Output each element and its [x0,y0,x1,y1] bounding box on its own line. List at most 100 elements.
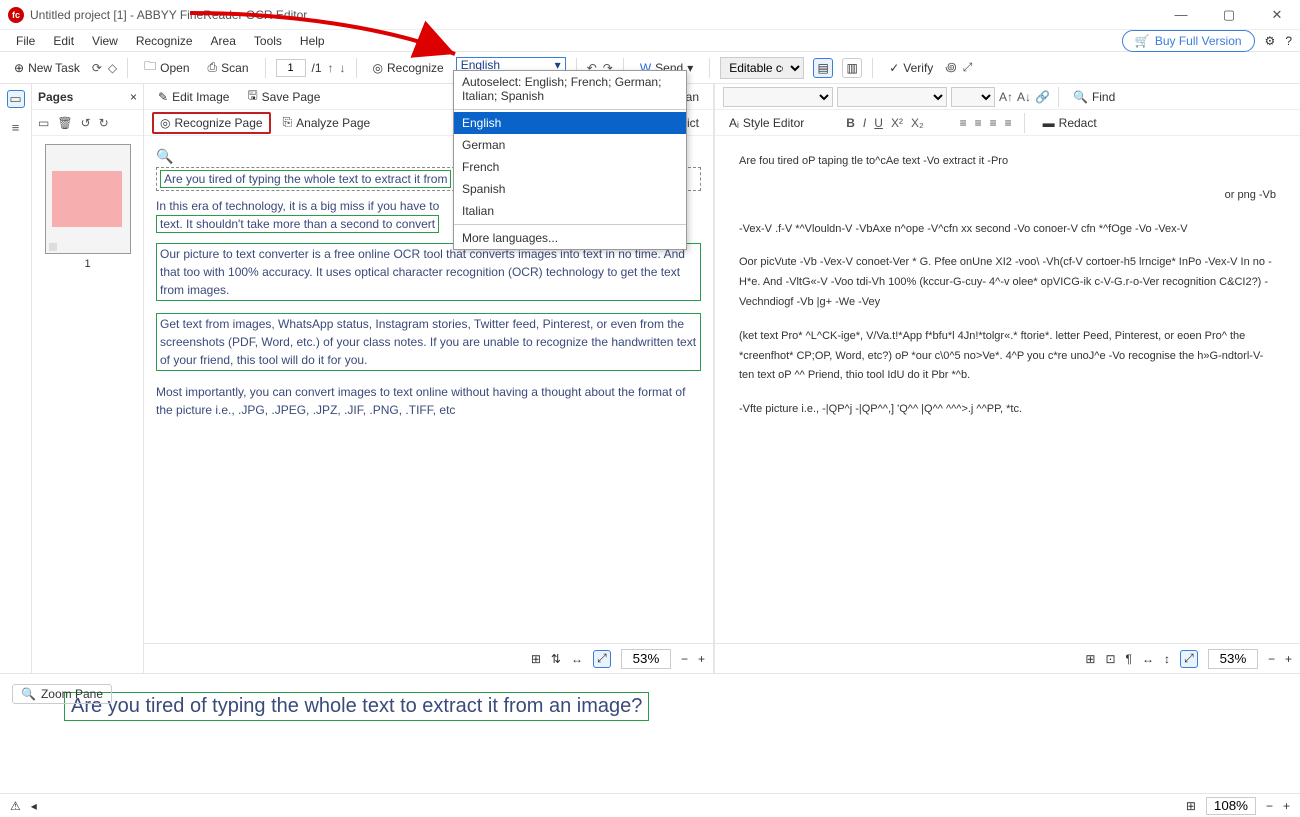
language-option[interactable]: German [454,134,686,156]
font-size-select[interactable] [951,87,995,107]
open-button[interactable]: 🗀Open [138,54,195,81]
page-down-icon[interactable]: ↓ [340,61,346,75]
magnifier-icon[interactable]: 🔍 [156,148,173,164]
text-zoom-select[interactable] [1208,649,1258,669]
font-style-select[interactable] [837,87,947,107]
menu-view[interactable]: View [84,32,126,50]
maximize-button[interactable]: ▢ [1214,7,1244,23]
language-dropdown[interactable]: Autoselect: English; French; German; Ita… [453,70,687,250]
fit-icon[interactable]: ⤢ [593,650,611,668]
underline-button[interactable]: U [874,116,883,130]
new-task-button[interactable]: ⊕New Task [8,58,86,78]
italic-button[interactable]: I [863,116,866,130]
edit-image-button[interactable]: ✎Edit Image [152,88,235,106]
page-number-input[interactable] [276,59,306,77]
tool-icon-b[interactable]: ⤢ [963,60,973,75]
ocr-block: Most importantly, you can convert images… [156,385,689,417]
ocr-line: Are you tired of typing the whole text t… [160,170,451,188]
help-icon[interactable]: ? [1285,34,1292,48]
align-left-button[interactable]: ≡ [960,116,967,130]
sync-icon[interactable]: ⟳ [92,61,102,75]
status-zoom-select[interactable] [1206,797,1256,815]
zoom-pane-tag[interactable]: 🔍 Zoom Pane [12,684,112,704]
fit-icon[interactable]: ⤢ [1180,650,1198,668]
link-icon[interactable]: 🔗 [1035,90,1050,104]
layout-mode-a-button[interactable]: ▤ [813,58,833,78]
zoom-out-icon[interactable]: − [1268,652,1275,666]
settings-icon[interactable]: ⚙ [1265,34,1276,48]
find-button[interactable]: 🔍Find [1067,88,1121,106]
zoom-in-icon[interactable]: + [1283,799,1290,813]
text-para: Oor picVute -Vb -Vex-V conoet-Ver * G. P… [739,253,1276,312]
zoom-pane-text: Are you tired of typing the whole text t… [64,692,649,721]
buy-full-version-button[interactable]: 🛒 Buy Full Version [1122,30,1255,52]
split-icon[interactable]: ⇅ [551,652,561,666]
tool-icon-a[interactable]: ꩜ [945,59,956,76]
image-zoom-select[interactable] [621,649,671,669]
bold-button[interactable]: B [846,116,855,130]
scroll-left-icon[interactable]: ◂ [31,799,37,813]
recognize-page-button[interactable]: ◎Recognize Page [152,112,271,134]
menu-help[interactable]: Help [292,32,333,50]
scan-button[interactable]: ⎙Scan [202,57,255,78]
layout-mode-b-button[interactable]: ▥ [842,58,862,78]
align-justify-button[interactable]: ≡ [1005,116,1012,130]
editable-copy-select[interactable]: Editable copy [720,57,804,79]
height-icon[interactable]: ↕ [1164,652,1170,666]
decrease-font-icon[interactable]: A↓ [1017,90,1031,104]
language-option[interactable]: French [454,156,686,178]
superscript-button[interactable]: X² [891,116,903,130]
style-editor-button[interactable]: AᵢStyle Editor [723,114,810,132]
menu-tools[interactable]: Tools [246,32,290,50]
warning-icon[interactable]: ⚠ [10,799,21,813]
increase-font-icon[interactable]: A↑ [999,90,1013,104]
text-para: or png -Vb [739,186,1276,206]
zoom-pane-canvas[interactable]: Are you tired of typing the whole text t… [0,674,1300,793]
recognized-text-body[interactable]: Are fou tired oP taping tle to^cAe text … [715,136,1300,643]
add-page-icon[interactable]: ▭ [38,116,49,130]
grid-icon[interactable]: ⊞ [1186,799,1196,813]
text-para: -Vfte picture i.e., -|QP^j -|QP^^,] 'Q^^… [739,400,1276,420]
stack-icon[interactable]: ◇ [108,61,117,75]
width-icon[interactable]: ↔ [571,652,583,666]
thumbs-icon[interactable]: ⊞ [531,652,541,666]
align-right-button[interactable]: ≡ [990,116,997,130]
language-option[interactable]: English [454,112,686,134]
language-option[interactable]: Italian [454,200,686,222]
page-view-icon[interactable]: ▭ [7,90,25,108]
close-panel-icon[interactable]: × [130,90,137,104]
align-center-button[interactable]: ≡ [975,116,982,130]
menu-file[interactable]: File [8,32,43,50]
language-autoselect[interactable]: Autoselect: English; French; German; Ita… [454,71,686,107]
language-option[interactable]: Spanish [454,178,686,200]
page-up-icon[interactable]: ↑ [328,61,334,75]
subscript-button[interactable]: X₂ [911,116,924,130]
pilcrow-icon[interactable]: ¶ [1126,652,1132,666]
split-icon[interactable]: ⊡ [1105,652,1115,666]
rotate-right-icon[interactable]: ↻ [99,116,109,130]
zoom-in-icon[interactable]: + [698,652,705,666]
close-window-button[interactable]: ✕ [1262,7,1292,23]
redact-button[interactable]: ▬Redact [1037,114,1103,132]
language-more[interactable]: More languages... [454,227,686,249]
menu-edit[interactable]: Edit [45,32,82,50]
page-thumbnail[interactable] [45,144,131,254]
zoom-out-icon[interactable]: − [681,652,688,666]
rotate-left-icon[interactable]: ↺ [81,116,91,130]
analyze-page-button[interactable]: ⎘Analyze Page [277,113,377,132]
minimize-button[interactable]: — [1166,7,1196,22]
zoom-out-icon[interactable]: − [1266,799,1273,813]
ocr-block: Our picture to text converter is a free … [156,243,701,301]
list-view-icon[interactable]: ≡ [7,118,25,136]
zoom-in-icon[interactable]: + [1285,652,1292,666]
menu-area[interactable]: Area [203,32,244,50]
font-family-select[interactable] [723,87,833,107]
width-icon[interactable]: ↔ [1142,652,1154,666]
delete-page-icon[interactable]: 🗑 [57,116,72,130]
recognize-button[interactable]: ◎Recognize [367,58,450,78]
menu-recognize[interactable]: Recognize [128,32,201,50]
save-page-button[interactable]: 🖫Save Page [241,84,326,109]
thumbs-icon[interactable]: ⊞ [1085,652,1095,666]
verify-button[interactable]: ✓Verify [883,58,939,78]
recognize-page-label: Recognize Page [174,116,262,130]
